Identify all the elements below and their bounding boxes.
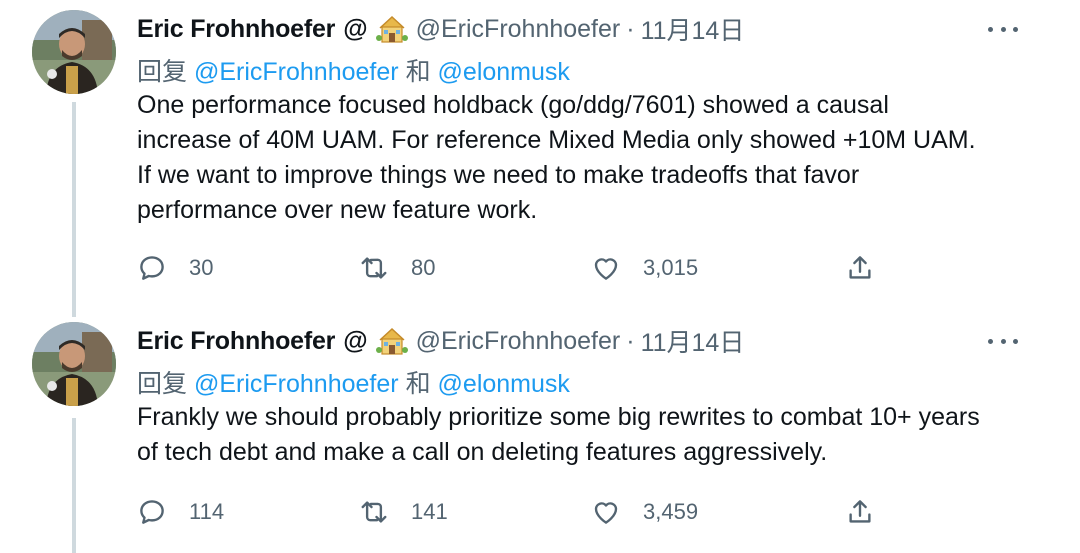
house-emoji-icon [375, 14, 408, 44]
more-icon[interactable] [988, 336, 1018, 346]
share-icon [849, 500, 871, 523]
share-button[interactable] [845, 250, 875, 286]
heart-icon [594, 258, 618, 280]
tweet-text-line: of tech debt and make a call on deleting… [137, 438, 828, 466]
tweet-text-line: Frankly we should probably prioritize so… [137, 403, 980, 431]
retweet-icon [361, 501, 387, 523]
reply-count: 30 [189, 255, 214, 280]
tweet-header: Eric Frohnhoefer @ @EricFrohnhoefer · 11… [137, 12, 744, 46]
handle[interactable]: @EricFrohnhoefer [416, 15, 621, 44]
reply-button[interactable]: 114 [137, 494, 224, 530]
display-name[interactable]: Eric Frohnhoefer [137, 15, 335, 44]
retweet-icon [361, 257, 387, 279]
at-sign: @ [343, 14, 368, 43]
tweet-date[interactable]: 11月14日 [641, 11, 745, 47]
reply-context: 回复 @EricFrohnhoefer 和 @elonmusk [137, 364, 570, 400]
mention-link[interactable]: @elonmusk [438, 370, 570, 398]
retweet-button[interactable]: 80 [359, 250, 435, 286]
tweet-header: Eric Frohnhoefer @ @EricFrohnhoefer · 11… [137, 324, 744, 358]
tweet-text-line: increase of 40M UAM. For reference Mixed… [137, 126, 976, 154]
reply-conjunction: 和 [405, 58, 431, 86]
tweet[interactable]: Eric Frohnhoefer @ @EricFrohnhoefer · 11… [0, 312, 1080, 553]
mention-link[interactable]: @elonmusk [438, 58, 570, 86]
tweet-text-line: If we want to improve things we need to … [137, 161, 860, 189]
tweet-actions: 114 141 3,459 [137, 494, 897, 530]
house-emoji-icon [375, 326, 408, 356]
mention-link[interactable]: @EricFrohnhoefer [194, 370, 399, 398]
share-button[interactable] [845, 494, 875, 530]
share-icon [849, 256, 871, 279]
reply-conjunction: 和 [405, 370, 431, 398]
separator-dot: · [626, 326, 635, 355]
tweet-actions: 30 80 3,015 [137, 250, 897, 286]
heart-icon [594, 502, 618, 524]
tweet-text-line: One performance focused holdback (go/ddg… [137, 91, 889, 119]
reply-prefix: 回复 [137, 58, 188, 86]
tweet-text-line: performance over new feature work. [137, 196, 538, 224]
reply-prefix: 回复 [137, 370, 188, 398]
separator-dot: · [626, 14, 635, 43]
tweet-date[interactable]: 11月14日 [641, 323, 745, 359]
reply-button[interactable]: 30 [137, 250, 213, 286]
handle[interactable]: @EricFrohnhoefer [416, 327, 621, 356]
retweet-count: 80 [411, 255, 436, 280]
avatar[interactable] [32, 322, 116, 406]
display-name[interactable]: Eric Frohnhoefer [137, 327, 335, 356]
retweet-button[interactable]: 141 [359, 494, 448, 530]
avatar[interactable] [32, 10, 116, 94]
mention-link[interactable]: @EricFrohnhoefer [194, 58, 399, 86]
reply-count: 114 [189, 499, 225, 524]
speech-bubble-icon [140, 500, 164, 524]
tweet[interactable]: Eric Frohnhoefer @ @EricFrohnhoefer · 11… [0, 0, 1080, 300]
reply-context: 回复 @EricFrohnhoefer 和 @elonmusk [137, 52, 570, 88]
speech-bubble-icon [140, 256, 164, 280]
more-icon[interactable] [988, 24, 1018, 34]
like-count: 3,459 [643, 499, 699, 524]
tweet-text: One performance focused holdback (go/ddg… [137, 88, 1037, 228]
like-button[interactable]: 3,015 [591, 250, 698, 286]
like-button[interactable]: 3,459 [591, 494, 698, 530]
like-count: 3,015 [643, 255, 699, 280]
at-sign: @ [343, 326, 368, 355]
tweet-text: Frankly we should probably prioritize so… [137, 400, 1037, 470]
retweet-count: 141 [411, 499, 448, 524]
